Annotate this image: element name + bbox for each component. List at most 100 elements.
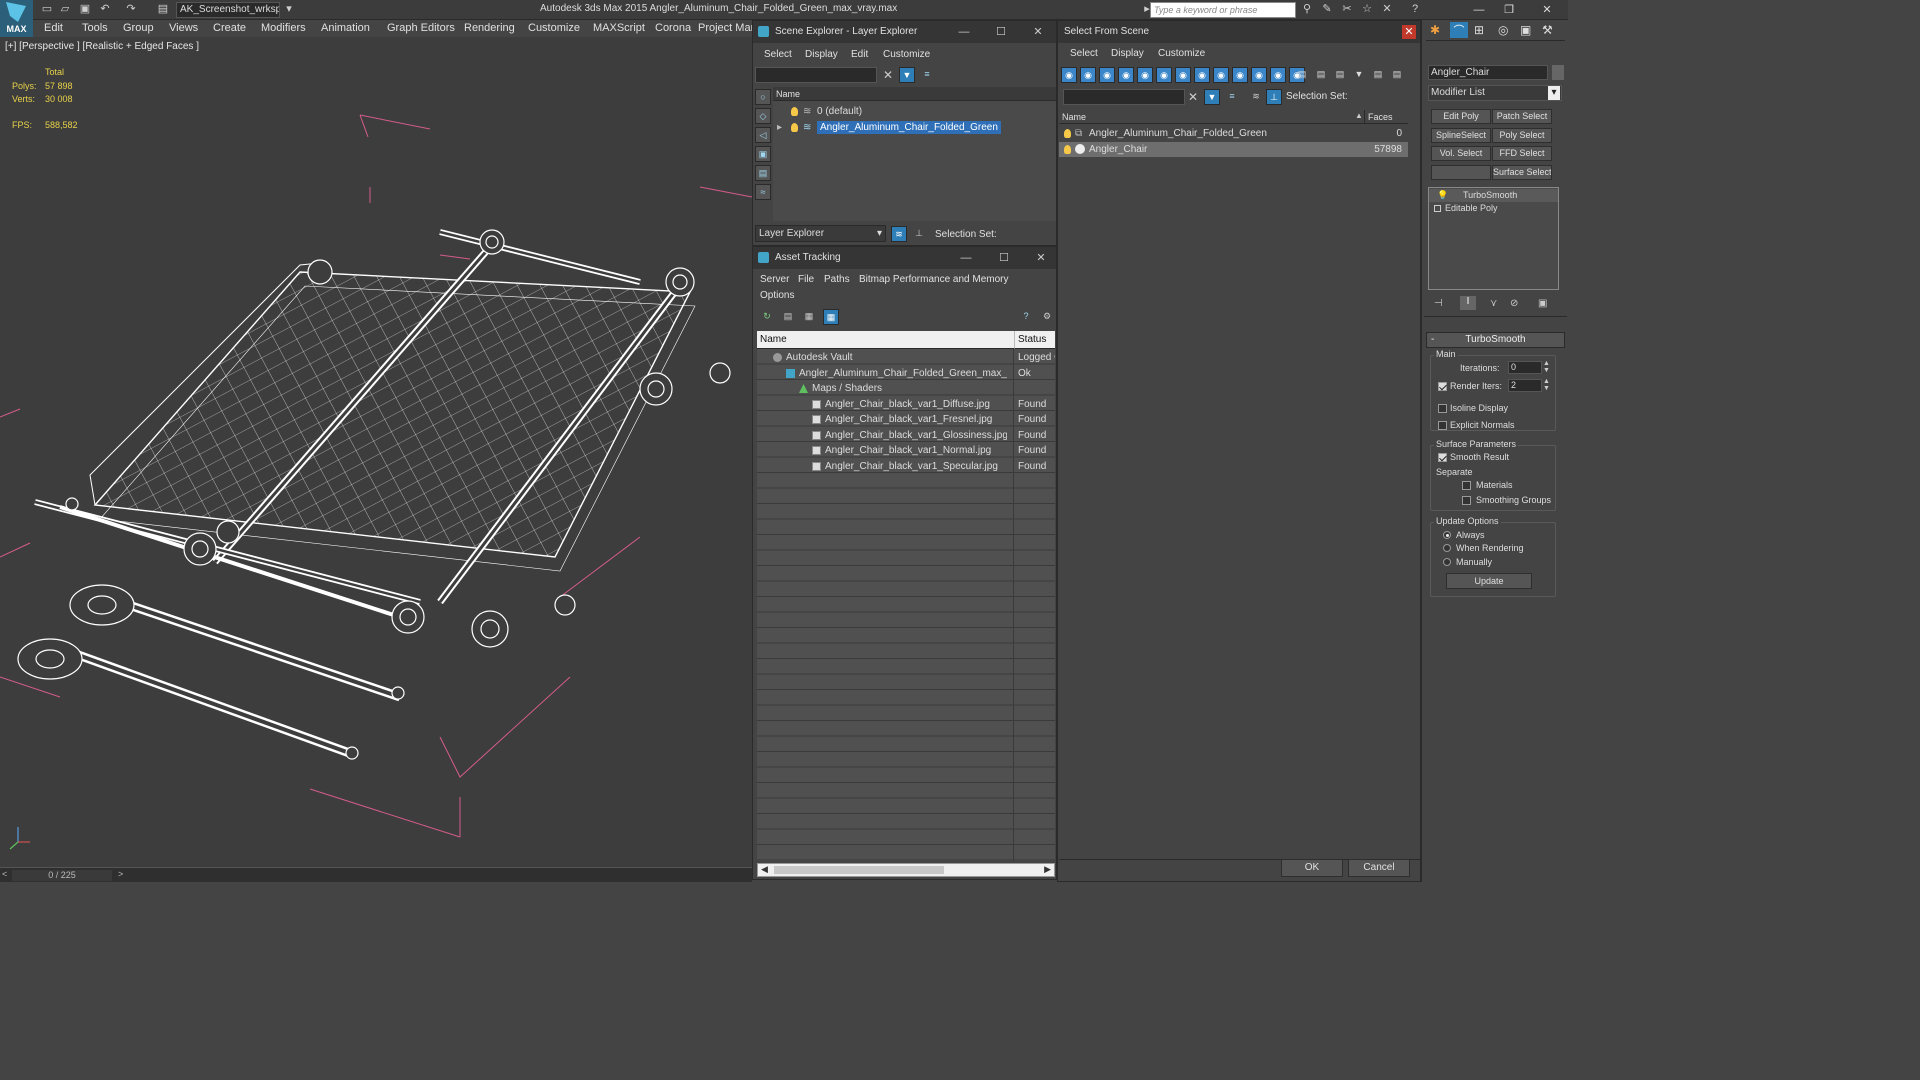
- asset-row[interactable]: Angler_Chair_black_var1_Diffuse.jpg Found: [757, 397, 1055, 412]
- time-prev-button[interactable]: <: [2, 869, 7, 879]
- close-button[interactable]: ✕: [1534, 2, 1560, 18]
- layer-row-chair[interactable]: ▸ ≋ Angler_Aluminum_Chair_Folded_Green: [773, 120, 1056, 135]
- hierarchy-icon[interactable]: ⊥: [1266, 89, 1282, 105]
- iterations-spinner[interactable]: 0: [1508, 361, 1542, 374]
- sfs-column-faces[interactable]: Faces: [1364, 110, 1408, 124]
- isoline-display-checkbox[interactable]: [1438, 404, 1447, 413]
- filter-xrefs-icon[interactable]: ◉: [1194, 67, 1210, 83]
- edit-poly-button[interactable]: Edit Poly: [1431, 109, 1491, 124]
- se-menu-edit[interactable]: Edit: [851, 49, 868, 60]
- at-menu-bitmap-performance[interactable]: Bitmap Performance and Memory: [859, 274, 1009, 285]
- manually-radio[interactable]: [1443, 558, 1451, 566]
- keyword-search-input[interactable]: Type a keyword or phrase: [1150, 2, 1296, 18]
- layer-tools-icon[interactable]: ≡: [919, 67, 935, 83]
- favorites-star-icon[interactable]: ☆: [1360, 3, 1374, 16]
- se-menu-select[interactable]: Select: [764, 49, 792, 60]
- maximize-button[interactable]: ❐: [1496, 2, 1522, 18]
- clear-search-icon[interactable]: ✕: [883, 68, 893, 82]
- asset-row[interactable]: Angler_Aluminum_Chair_Folded_Green_max_.…: [757, 366, 1055, 381]
- hierarchy-icon[interactable]: ⊥: [911, 226, 927, 242]
- configure-sets-icon[interactable]: ▣: [1538, 298, 1547, 309]
- modifier-list-dropdown[interactable]: Modifier List ▾: [1428, 85, 1562, 101]
- scene-explorer-titlebar[interactable]: Scene Explorer - Layer Explorer — ☐ ✕: [753, 21, 1056, 43]
- chevron-down-icon[interactable]: ▾: [282, 3, 296, 16]
- display-helpers-icon[interactable]: ▤: [755, 165, 771, 181]
- patch-select-button[interactable]: Patch Select: [1492, 109, 1552, 124]
- sort-icon[interactable]: ≡: [1224, 89, 1240, 105]
- ok-button[interactable]: OK: [1281, 859, 1343, 877]
- hierarchy-tab-icon[interactable]: ⊞: [1474, 23, 1484, 37]
- light-bulb-icon[interactable]: 💡: [1437, 189, 1448, 202]
- sfs-row-layer[interactable]: ⧉ Angler_Aluminum_Chair_Folded_Green 0: [1059, 126, 1408, 141]
- menu-rendering[interactable]: Rendering: [464, 22, 515, 34]
- modify-tab-icon[interactable]: ⌒: [1450, 22, 1468, 38]
- filter-cameras-icon[interactable]: ◉: [1118, 67, 1134, 83]
- filter-hidden-icon[interactable]: ◉: [1270, 67, 1286, 83]
- sfs-column-name[interactable]: Name: [1059, 110, 1364, 124]
- turbosmooth-rollout-header[interactable]: - TurboSmooth: [1426, 332, 1565, 348]
- spinner-arrows-icon[interactable]: ▲ ▼: [1543, 360, 1550, 374]
- settings-icon[interactable]: ⚙: [1039, 309, 1055, 325]
- menu-project-manager[interactable]: Project Man: [698, 22, 757, 34]
- menu-edit[interactable]: Edit: [44, 22, 63, 34]
- open-file-icon[interactable]: ▱: [58, 3, 72, 16]
- smooth-result-checkbox[interactable]: [1438, 453, 1447, 462]
- make-unique-icon[interactable]: ⋎: [1490, 298, 1497, 309]
- filter-helpers-icon[interactable]: ◉: [1137, 67, 1153, 83]
- time-slider[interactable]: 0 / 225: [12, 870, 112, 881]
- light-bulb-icon[interactable]: [791, 107, 798, 116]
- minimize-button[interactable]: —: [1466, 2, 1492, 18]
- help-icon[interactable]: ?: [1018, 309, 1034, 325]
- undo-icon[interactable]: ↶: [98, 3, 112, 16]
- select-invert-icon[interactable]: ▤: [1332, 67, 1348, 83]
- se-search-input[interactable]: [755, 67, 877, 83]
- scrollbar-thumb[interactable]: [774, 866, 944, 874]
- maximize-icon[interactable]: ☐: [996, 250, 1012, 266]
- motion-tab-icon[interactable]: ◎: [1498, 23, 1508, 37]
- display-shapes-icon[interactable]: ◇: [755, 108, 771, 124]
- display-tab-icon[interactable]: ▣: [1520, 23, 1531, 37]
- table-view-icon[interactable]: ▦: [823, 309, 839, 325]
- help-icon[interactable]: ?: [1408, 3, 1422, 16]
- object-color-swatch[interactable]: [1552, 65, 1564, 80]
- poly-select-button[interactable]: Poly Select: [1492, 128, 1552, 143]
- filter-frozen-icon[interactable]: ◉: [1251, 67, 1267, 83]
- display-geometry-icon[interactable]: ○: [755, 89, 771, 105]
- viewport-label[interactable]: [+] [Perspective ] [Realistic + Edged Fa…: [5, 41, 199, 52]
- time-next-button[interactable]: >: [118, 869, 123, 879]
- menu-tools[interactable]: Tools: [82, 22, 108, 34]
- workspace-dropdown[interactable]: AK_Screenshot_wrksp: [176, 2, 280, 18]
- close-icon[interactable]: ✕: [1033, 250, 1049, 266]
- at-column-name[interactable]: Name: [757, 331, 1014, 349]
- perspective-viewport[interactable]: [+] [Perspective ] [Realistic + Edged Fa…: [0, 37, 752, 867]
- smoothing-groups-checkbox[interactable]: [1462, 496, 1471, 505]
- materials-checkbox[interactable]: [1462, 481, 1471, 490]
- pin-stack-icon[interactable]: ⊣: [1434, 298, 1443, 309]
- spline-select-button[interactable]: SplineSelect: [1431, 128, 1491, 143]
- x-icon[interactable]: ✕: [1380, 3, 1394, 16]
- asset-row[interactable]: Angler_Chair_black_var1_Glossiness.jpg Fo…: [757, 428, 1055, 443]
- sfs-row-chair[interactable]: Angler_Chair 57898: [1059, 142, 1408, 157]
- se-column-name[interactable]: Name: [773, 87, 1056, 101]
- filter-spacewarps-icon[interactable]: ◉: [1156, 67, 1172, 83]
- menu-modifiers[interactable]: Modifiers: [261, 22, 306, 34]
- at-menu-options[interactable]: Options: [760, 290, 794, 301]
- light-bulb-icon[interactable]: [1064, 129, 1071, 138]
- asset-tracking-titlebar[interactable]: Asset Tracking — ☐ ✕: [753, 247, 1056, 269]
- app-logo[interactable]: MAX: [0, 0, 33, 37]
- object-name-field[interactable]: Angler_Chair: [1428, 65, 1548, 80]
- render-iters-spinner[interactable]: 2: [1508, 379, 1542, 392]
- menu-group[interactable]: Group: [123, 22, 154, 34]
- sfs-search-input[interactable]: [1063, 89, 1185, 105]
- create-tab-icon[interactable]: ✱: [1430, 23, 1440, 37]
- list-view-icon[interactable]: ▤: [780, 309, 796, 325]
- layers-icon[interactable]: ≋: [1248, 89, 1264, 105]
- ffd-select-button[interactable]: FFD Select: [1492, 146, 1552, 161]
- explicit-normals-checkbox[interactable]: [1438, 421, 1447, 430]
- display-cameras-icon[interactable]: ▣: [755, 146, 771, 162]
- at-menu-server[interactable]: Server: [760, 274, 789, 285]
- sfs-menu-display[interactable]: Display: [1111, 48, 1144, 59]
- menu-animation[interactable]: Animation: [321, 22, 370, 34]
- refresh-icon[interactable]: ↻: [759, 309, 775, 325]
- always-radio[interactable]: [1443, 531, 1451, 539]
